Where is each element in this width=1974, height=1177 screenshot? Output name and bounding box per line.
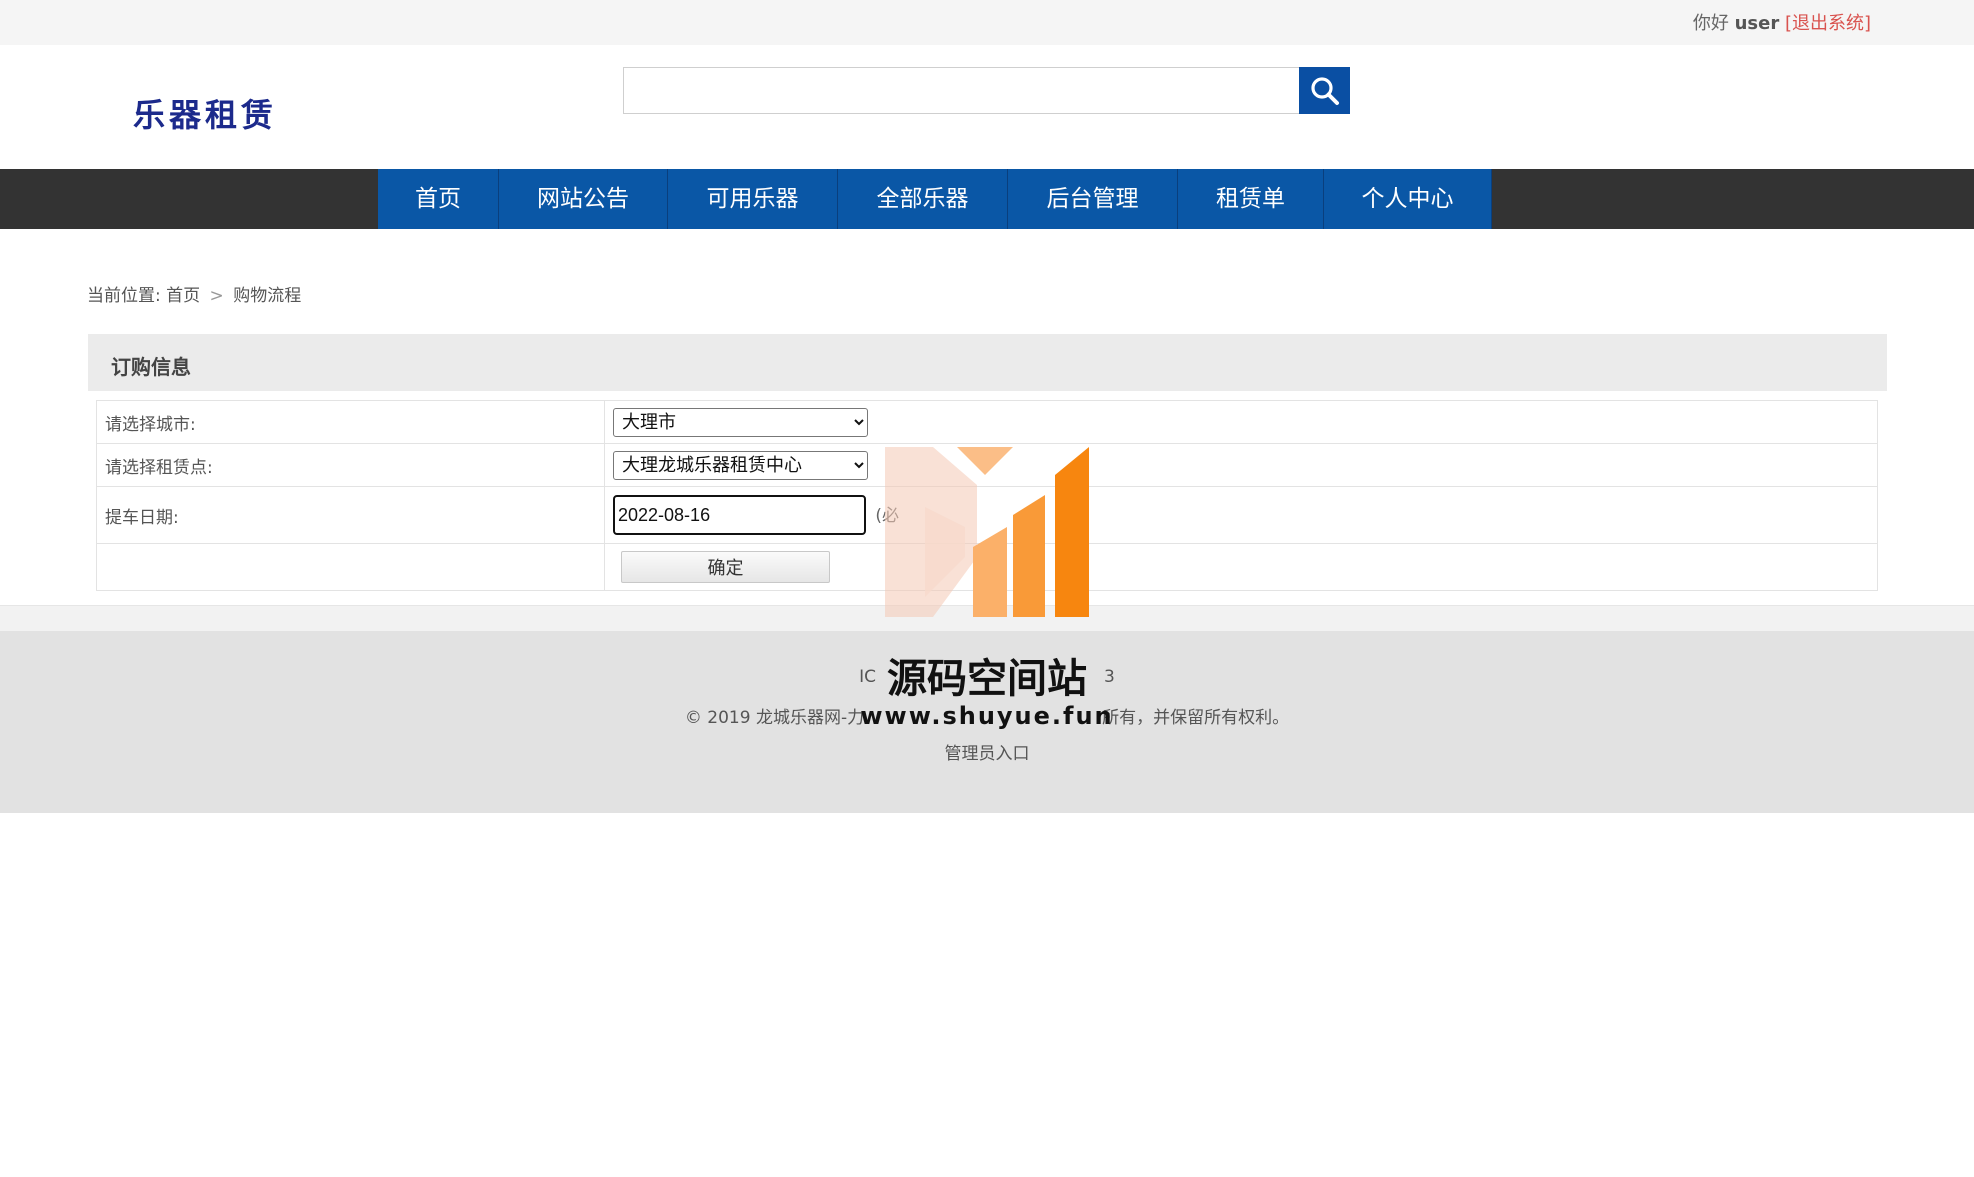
watermark-logo-icon (885, 447, 1089, 617)
user-greeting: 你好 user [退出系统] (1693, 9, 1871, 35)
nav-menu: 首页 网站公告 可用乐器 全部乐器 后台管理 租赁单 个人中心 (378, 169, 1492, 229)
site-logo[interactable]: 乐器租赁 (133, 90, 277, 136)
search-icon (1311, 77, 1339, 105)
breadcrumb: 当前位置: 首页 > 购物流程 (87, 281, 301, 306)
main-navbar: 首页 网站公告 可用乐器 全部乐器 后台管理 租赁单 个人中心 (0, 169, 1974, 229)
nav-item-profile[interactable]: 个人中心 (1324, 169, 1492, 229)
search-button[interactable] (1299, 67, 1350, 114)
breadcrumb-home[interactable]: 首页 (166, 286, 200, 306)
nav-item-announcements[interactable]: 网站公告 (499, 169, 668, 229)
logout-link[interactable]: [退出系统] (1785, 13, 1871, 34)
submit-label-cell (96, 543, 605, 591)
date-cell: (必 (604, 486, 1878, 544)
confirm-button[interactable]: 确定 (621, 551, 830, 583)
watermark-title: 源码空间站 (887, 656, 1087, 702)
username: user (1734, 13, 1780, 34)
greeting-prefix: 你好 (1692, 13, 1729, 34)
pickup-date-input[interactable] (613, 495, 866, 535)
submit-cell: 确定 (604, 543, 1878, 591)
admin-entry-link[interactable]: 管理员入口 (0, 739, 1974, 764)
top-bar: 你好 user [退出系统] (0, 0, 1974, 45)
watermark-url: www.shuyue.fun (860, 702, 1114, 730)
city-cell: 大理市 (604, 400, 1878, 444)
store-select[interactable]: 大理龙城乐器租赁中心 (613, 450, 868, 480)
store-cell: 大理龙城乐器租赁中心 (604, 443, 1878, 487)
form-row-city: 请选择城市: 大理市 (96, 400, 1878, 444)
nav-item-available-instruments[interactable]: 可用乐器 (668, 169, 838, 229)
breadcrumb-separator: > (209, 286, 224, 306)
nav-item-all-instruments[interactable]: 全部乐器 (838, 169, 1008, 229)
city-select[interactable]: 大理市 (613, 407, 868, 437)
date-label: 提车日期: (96, 486, 605, 544)
nav-item-home[interactable]: 首页 (378, 169, 499, 229)
nav-item-admin[interactable]: 后台管理 (1008, 169, 1178, 229)
breadcrumb-current: 购物流程 (233, 286, 302, 306)
breadcrumb-prefix: 当前位置: (87, 286, 161, 306)
section-title: 订购信息 (111, 355, 191, 379)
search-input[interactable] (623, 67, 1300, 114)
city-label: 请选择城市: (96, 400, 605, 444)
store-label: 请选择租赁点: (96, 443, 605, 487)
order-info-header: 订购信息 (88, 334, 1887, 391)
nav-item-rental-orders[interactable]: 租赁单 (1178, 169, 1324, 229)
